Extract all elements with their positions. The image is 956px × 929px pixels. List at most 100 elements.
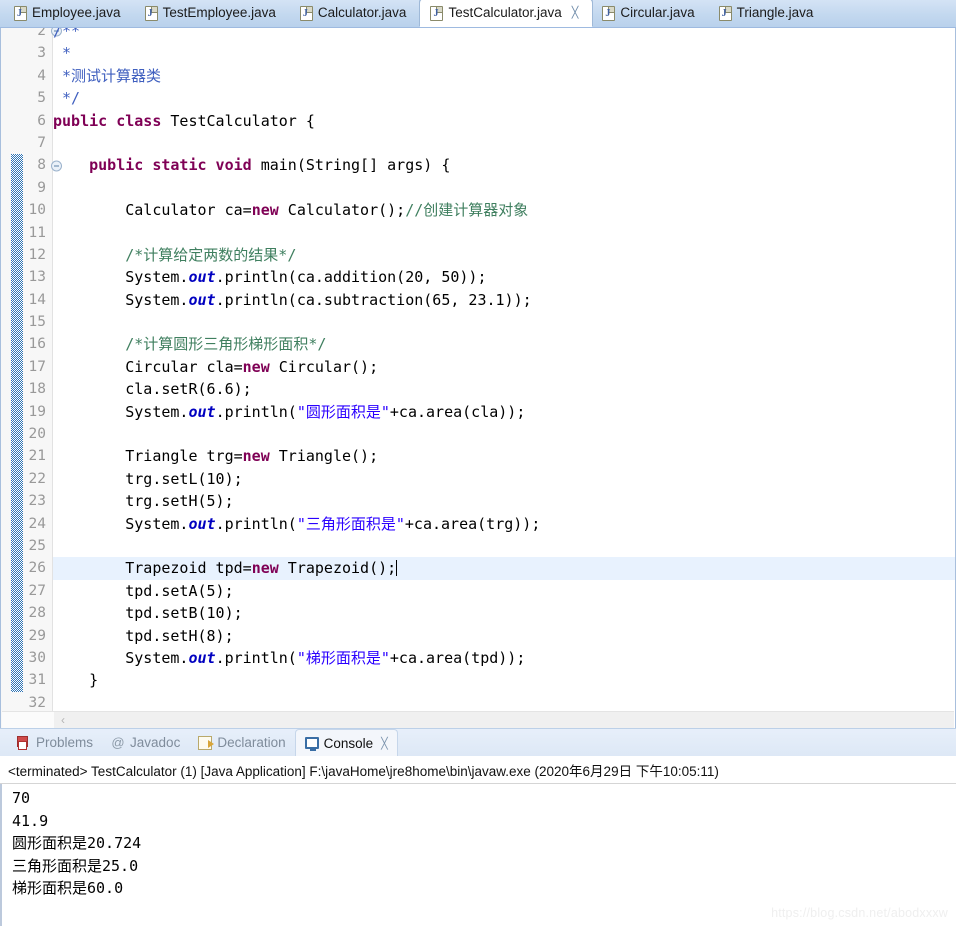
view-tab-javadoc[interactable]: @ Javadoc [102, 729, 189, 756]
code-line[interactable]: tpd.setB(10); [53, 602, 955, 624]
line-number: 28 [28, 605, 46, 622]
scrollbar-track[interactable] [72, 712, 954, 728]
code-token-plain: } [53, 671, 99, 690]
code-token-cmt: /*计算圆形三角形梯形面积*/ [125, 335, 327, 354]
code-token-str: "梯形面积是" [296, 648, 390, 667]
code-content[interactable]: /** * *测试计算器类 */ public class TestCalcula… [53, 28, 955, 728]
editor-tab-calculator-java[interactable]: Calculator.java [290, 0, 421, 27]
editor-horizontal-scrollbar[interactable]: ‹ [2, 711, 954, 728]
code-line[interactable]: /*计算圆形三角形梯形面积*/ [53, 333, 955, 355]
scroll-left-arrow-icon[interactable]: ‹ [54, 713, 72, 728]
code-line[interactable]: trg.setH(5); [53, 490, 955, 512]
code-line[interactable]: cla.setR(6.6); [53, 378, 955, 400]
code-token-jdoc: *测试计算器类 [53, 66, 162, 85]
code-token-plain: Trapezoid tpd= [53, 559, 252, 578]
code-token-plain: System. [53, 268, 189, 287]
line-number: 15 [28, 314, 46, 331]
code-token-kw: new [251, 201, 279, 220]
code-token-plain: .println( [215, 648, 297, 667]
console-output-line: 41.9 [12, 811, 49, 830]
view-tab-problems[interactable]: Problems [8, 729, 102, 756]
code-line[interactable] [53, 222, 955, 244]
scrollbar-gutter-pad [2, 712, 54, 728]
code-token-sfld: out [188, 268, 216, 287]
console-output-line: 梯形面积是60.0 [12, 879, 124, 897]
code-token-plain: .println( [215, 402, 297, 421]
code-line[interactable]: Triangle trg=new Triangle(); [53, 445, 955, 467]
code-line[interactable]: /** [53, 28, 955, 42]
close-icon[interactable]: ╳ [572, 7, 579, 19]
code-token-plain: Triangle trg= [53, 447, 243, 466]
console-output-line: 70 [12, 789, 31, 807]
code-line[interactable]: System.out.println("梯形面积是"+ca.area(tpd))… [53, 647, 955, 669]
code-line[interactable]: System.out.println("三角形面积是"+ca.area(trg)… [53, 513, 955, 535]
code-line[interactable]: System.out.println(ca.addition(20, 50)); [53, 266, 955, 288]
editor-tab-triangle-java[interactable]: Triangle.java [709, 0, 828, 27]
editor-tab-testemployee-java[interactable]: TestEmployee.java [135, 0, 290, 27]
console-launch-header: <terminated> TestCalculator (1) [Java Ap… [0, 756, 956, 784]
code-line[interactable]: tpd.setH(8); [53, 625, 955, 647]
code-line[interactable]: Calculator ca=new Calculator();//创建计算器对象 [53, 199, 955, 221]
declaration-icon [198, 735, 215, 750]
code-line[interactable] [53, 132, 955, 154]
code-line[interactable] [53, 535, 955, 557]
code-token-plain: +ca.area(tpd)); [389, 648, 526, 667]
line-number: 7 [37, 134, 46, 151]
text-caret [396, 560, 398, 577]
line-number: 4 [37, 67, 46, 84]
close-icon[interactable]: ╳ [381, 737, 388, 750]
code-line[interactable]: /*计算给定两数的结果*/ [53, 244, 955, 266]
code-line[interactable]: * [53, 42, 955, 64]
code-line[interactable]: } [53, 669, 955, 691]
code-token-kw: new [251, 559, 279, 578]
line-number: 9 [37, 179, 46, 196]
console-output-line: 三角形面积是25.0 [12, 856, 139, 875]
code-token-plain: System. [53, 648, 189, 667]
code-line[interactable]: */ [53, 87, 955, 109]
editor-tab-testcalculator-java[interactable]: TestCalculator.java ╳ [420, 0, 593, 27]
code-line[interactable]: tpd.setA(5); [53, 580, 955, 602]
console-output[interactable]: 70 41.9 圆形面积是20.724 三角形面积是25.0 梯形面积是60.0 http… [0, 784, 956, 926]
java-source-editor[interactable]: 2 3 4 5 6 7 8 9 10 11 12 13 14 15 16 17 18 19 20 21 22 23 24 25… [1, 28, 955, 728]
code-line[interactable]: System.out.println("圆形面积是"+ca.area(cla))… [53, 401, 955, 423]
java-file-icon [430, 5, 444, 21]
code-token-sfld: out [188, 648, 216, 667]
code-token-cmt: //创建计算器对象 [405, 201, 529, 220]
code-line[interactable]: public class TestCalculator { [53, 110, 955, 132]
code-token-jdoc: * [53, 44, 81, 63]
code-line[interactable]: System.out.println(ca.subtraction(65, 23… [53, 289, 955, 311]
editor-tab-label: Triangle.java [736, 5, 814, 21]
code-line[interactable]: public static void main(String[] args) { [53, 154, 955, 176]
editor-tab-label: TestEmployee.java [162, 5, 276, 21]
view-tab-label: Problems [36, 735, 94, 750]
code-line[interactable] [53, 423, 955, 445]
line-number: 27 [28, 582, 46, 599]
view-tab-label: Javadoc [130, 735, 181, 750]
code-token-kw: new [242, 357, 270, 376]
line-number: 18 [28, 381, 46, 398]
view-tab-console[interactable]: Console ╳ [294, 729, 398, 756]
editor-gutter[interactable]: 2 3 4 5 6 7 8 9 10 11 12 13 14 15 16 17 18 19 20 21 22 23 24 25… [1, 28, 62, 728]
code-line[interactable]: *测试计算器类 [53, 65, 955, 87]
code-token-jdoc: */ [53, 89, 81, 108]
editor-tab-employee-java[interactable]: Employee.java [4, 0, 135, 27]
code-token-plain: main(String[] args) { [260, 156, 451, 175]
view-tab-label: Declaration [217, 735, 286, 750]
line-number: 2 [1, 28, 62, 42]
code-line[interactable] [53, 311, 955, 333]
view-tab-declaration[interactable]: Declaration [189, 729, 294, 756]
code-line[interactable]: Circular cla=new Circular(); [53, 356, 955, 378]
code-line[interactable]: trg.setL(10); [53, 468, 955, 490]
editor-tab-label: Employee.java [32, 5, 121, 21]
code-token-plain: +ca.area(trg)); [404, 514, 541, 533]
code-token-plain: .println(ca.subtraction(65, 23.1)); [215, 290, 532, 309]
code-token-jdoc: /** [53, 28, 81, 40]
editor-tab-circular-java[interactable]: Circular.java [592, 0, 708, 27]
line-number: 23 [28, 493, 46, 510]
code-line[interactable]: Trapezoid tpd=new Trapezoid(); [53, 557, 955, 580]
view-tab-label: Console [323, 735, 374, 751]
code-line[interactable] [53, 177, 955, 199]
line-number: 3 [37, 45, 46, 62]
problems-icon [17, 735, 31, 750]
code-token-kw: public static void [89, 156, 261, 175]
